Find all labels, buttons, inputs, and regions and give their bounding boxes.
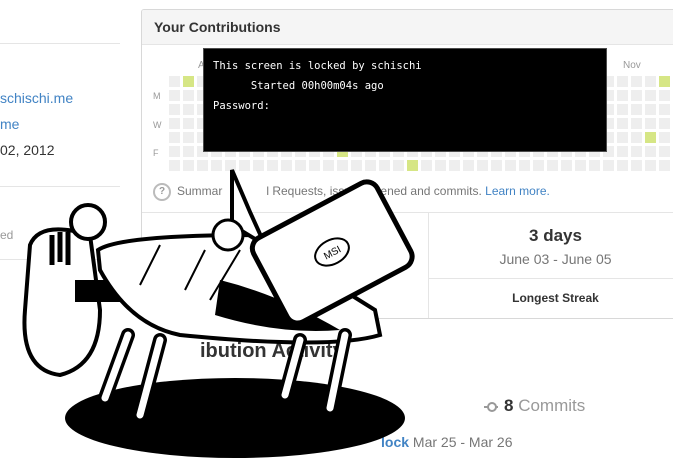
contribution-day-cell[interactable] <box>463 160 474 171</box>
contribution-day-cell[interactable] <box>575 160 586 171</box>
day-label: W <box>153 120 162 130</box>
lock-timer: Started 00h00m04s ago <box>213 80 384 92</box>
contribution-day-cell[interactable] <box>169 76 180 87</box>
contribution-day-cell[interactable] <box>631 146 642 157</box>
contribution-day-cell[interactable] <box>659 160 670 171</box>
contribution-day-cell[interactable] <box>631 132 642 143</box>
learn-more-link[interactable]: Learn more. <box>485 184 550 198</box>
streak-range: June 03 - June 05 <box>499 251 612 267</box>
contribution-day-cell[interactable] <box>519 160 530 171</box>
contribution-day-cell[interactable] <box>477 160 488 171</box>
contribution-day-cell[interactable] <box>183 76 194 87</box>
contribution-day-cell[interactable] <box>435 160 446 171</box>
month-label: Nov <box>623 60 641 71</box>
contribution-day-cell[interactable] <box>659 146 670 157</box>
contribution-day-cell[interactable] <box>617 104 628 115</box>
contribution-day-cell[interactable] <box>659 118 670 129</box>
contribution-day-cell[interactable] <box>547 160 558 171</box>
streak-label: Longest Streak <box>512 291 599 305</box>
contribution-day-cell[interactable] <box>631 76 642 87</box>
contribution-day-cell[interactable] <box>659 76 670 87</box>
contribution-day-cell[interactable] <box>491 160 502 171</box>
contribution-day-cell[interactable] <box>169 118 180 129</box>
contribution-day-cell[interactable] <box>631 104 642 115</box>
contribution-day-cell[interactable] <box>645 132 656 143</box>
profile-website-link[interactable]: schischi.me <box>0 90 73 106</box>
sidebar-divider <box>0 43 120 44</box>
contribution-day-cell[interactable] <box>617 146 628 157</box>
contribution-day-cell[interactable] <box>169 132 180 143</box>
contribution-day-cell[interactable] <box>561 160 572 171</box>
contribution-day-cell[interactable] <box>645 76 656 87</box>
contribution-day-cell[interactable] <box>631 90 642 101</box>
mascot-ear <box>211 218 245 252</box>
commits-label: Commits <box>518 396 586 415</box>
day-label: M <box>153 91 161 101</box>
contribution-day-cell[interactable] <box>631 160 642 171</box>
contribution-day-cell[interactable] <box>449 160 460 171</box>
contribution-day-cell[interactable] <box>505 160 516 171</box>
contribution-day-cell[interactable] <box>169 90 180 101</box>
screen-lock-dialog[interactable]: This screen is locked by schischi Starte… <box>203 48 607 152</box>
contribution-day-cell[interactable] <box>659 104 670 115</box>
contribution-day-cell[interactable] <box>183 132 194 143</box>
mascot-head <box>69 203 107 241</box>
commit-icon <box>484 401 498 412</box>
contribution-day-cell[interactable] <box>183 90 194 101</box>
contribution-day-cell[interactable] <box>659 132 670 143</box>
contribution-day-cell[interactable] <box>645 160 656 171</box>
contribution-day-cell[interactable] <box>533 160 544 171</box>
contribution-day-cell[interactable] <box>659 90 670 101</box>
contribution-day-cell[interactable] <box>645 90 656 101</box>
contributions-title: Your Contributions <box>142 10 673 45</box>
longest-streak-stat: 3 days June 03 - June 05 Longest Streak <box>429 213 673 305</box>
streak-value: 3 days <box>529 226 582 245</box>
commits-summary: 8 Commits <box>484 396 585 416</box>
lock-message: This screen is locked by schischi <box>213 60 422 72</box>
mascot-shadow <box>65 378 405 458</box>
lock-password-prompt[interactable]: Password: <box>213 100 270 112</box>
contribution-day-cell[interactable] <box>617 76 628 87</box>
contribution-day-cell[interactable] <box>617 118 628 129</box>
contribution-day-cell[interactable] <box>617 132 628 143</box>
contribution-day-cell[interactable] <box>589 160 600 171</box>
contribution-day-cell[interactable] <box>169 104 180 115</box>
profile-secondary-link[interactable]: me <box>0 116 19 132</box>
contribution-day-cell[interactable] <box>183 104 194 115</box>
contribution-day-cell[interactable] <box>645 118 656 129</box>
contribution-day-cell[interactable] <box>183 118 194 129</box>
msi-laptop-table-mascot: MSI <box>22 169 415 458</box>
contribution-day-cell[interactable] <box>617 160 628 171</box>
contribution-day-cell[interactable] <box>603 160 614 171</box>
contribution-day-cell[interactable] <box>617 90 628 101</box>
contribution-day-cell[interactable] <box>645 104 656 115</box>
streak-separator <box>429 278 673 279</box>
contribution-day-cell[interactable] <box>645 146 656 157</box>
commits-count: 8 <box>504 396 514 415</box>
contribution-day-cell[interactable] <box>631 118 642 129</box>
